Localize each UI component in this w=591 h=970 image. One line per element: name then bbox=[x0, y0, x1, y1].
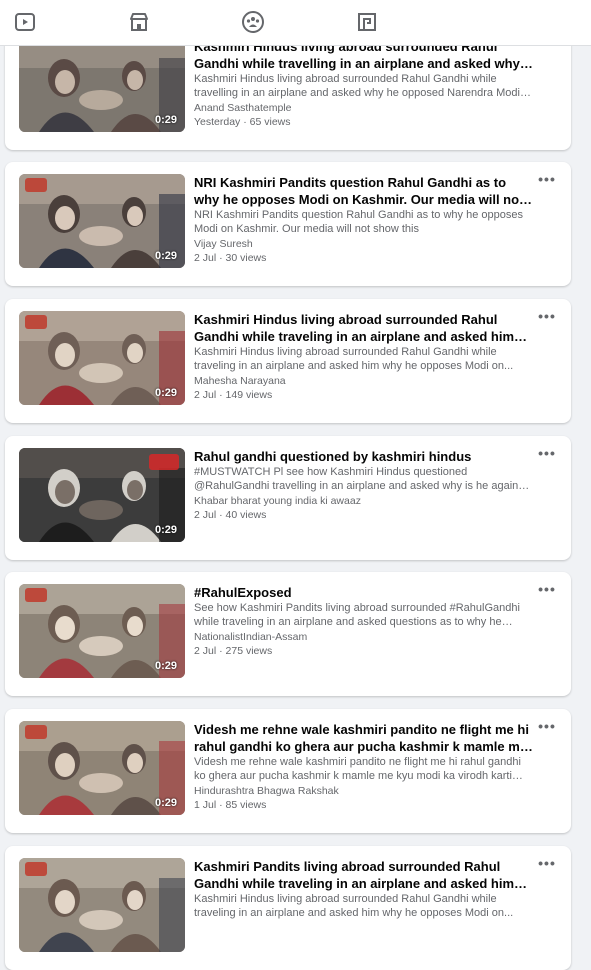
more-options-icon[interactable]: ••• bbox=[535, 856, 559, 872]
video-title[interactable]: #RahulExposed bbox=[194, 584, 534, 601]
video-card[interactable]: 0:29 Videsh me rehne wale kashmiri pandi… bbox=[5, 709, 571, 833]
video-info: NRI Kashmiri Pandits question Rahul Gand… bbox=[194, 174, 534, 265]
video-author[interactable]: NationalistIndian-Assam bbox=[194, 630, 534, 644]
video-author[interactable]: Hindurashtra Bhagwa Rakshak bbox=[194, 784, 534, 798]
video-info: Kashmiri Hindus living abroad surrounded… bbox=[194, 38, 534, 129]
video-description: See how Kashmiri Pandits living abroad s… bbox=[194, 602, 520, 628]
video-title[interactable]: NRI Kashmiri Pandits question Rahul Gand… bbox=[194, 174, 534, 208]
video-thumbnail[interactable]: 0:29 bbox=[19, 38, 185, 132]
video-info: Kashmiri Pandits living abroad surrounde… bbox=[194, 858, 534, 921]
channel-logo-icon bbox=[149, 454, 179, 470]
video-duration: 0:29 bbox=[154, 660, 177, 672]
video-thumbnail[interactable]: 0:29 bbox=[19, 584, 185, 678]
video-description: Videsh me rehne wale kashmiri pandito ne… bbox=[194, 756, 521, 782]
video-author[interactable]: Vijay Suresh bbox=[194, 237, 534, 251]
video-info: Kashmiri Hindus living abroad surrounded… bbox=[194, 311, 534, 402]
video-author[interactable]: Mahesha Narayana bbox=[194, 374, 534, 388]
video-description: NRI Kashmiri Pandits question Rahul Gand… bbox=[194, 209, 523, 235]
more-options-icon[interactable]: ••• bbox=[535, 446, 559, 462]
channel-logo-icon bbox=[25, 862, 47, 876]
video-meta: Yesterday · 65 views bbox=[194, 116, 291, 128]
groups-icon[interactable] bbox=[241, 10, 265, 34]
video-description: Kashmiri Hindus living abroad surrounded… bbox=[194, 893, 514, 919]
video-thumbnail[interactable]: 0:29 bbox=[19, 448, 185, 542]
video-info: Rahul gandhi questioned by kashmiri hind… bbox=[194, 448, 534, 522]
video-meta: 2 Jul · 149 views bbox=[194, 389, 273, 401]
video-icon[interactable] bbox=[13, 10, 37, 34]
video-author[interactable]: Anand Sasthatemple bbox=[194, 101, 534, 115]
more-options-icon[interactable]: ••• bbox=[535, 172, 559, 188]
video-duration: 0:29 bbox=[154, 387, 177, 399]
top-nav-bar bbox=[0, 0, 591, 46]
video-card[interactable]: 0:29 Kashmiri Hindus living abroad surro… bbox=[5, 299, 571, 423]
video-title[interactable]: Kashmiri Hindus living abroad surrounded… bbox=[194, 311, 534, 345]
video-thumbnail[interactable] bbox=[19, 858, 185, 952]
video-meta: 2 Jul · 275 views bbox=[194, 645, 273, 657]
video-title[interactable]: Kashmiri Pandits living abroad surrounde… bbox=[194, 858, 534, 892]
video-duration: 0:29 bbox=[154, 114, 177, 126]
video-description: Kashmiri Hindus living abroad surrounded… bbox=[194, 346, 514, 372]
more-options-icon[interactable]: ••• bbox=[535, 309, 559, 325]
video-meta: 2 Jul · 30 views bbox=[194, 252, 267, 264]
channel-logo-icon bbox=[25, 178, 47, 192]
more-options-icon[interactable]: ••• bbox=[535, 582, 559, 598]
more-options-icon[interactable]: ••• bbox=[535, 719, 559, 735]
marketplace-icon[interactable] bbox=[127, 10, 151, 34]
channel-logo-icon bbox=[25, 315, 47, 329]
video-description: Kashmiri Hindus living abroad surrounded… bbox=[194, 73, 520, 99]
video-thumbnail[interactable]: 0:29 bbox=[19, 174, 185, 268]
channel-logo-icon bbox=[25, 725, 47, 739]
video-title[interactable]: Rahul gandhi questioned by kashmiri hind… bbox=[194, 448, 534, 465]
video-thumbnail[interactable]: 0:29 bbox=[19, 721, 185, 815]
video-card[interactable]: 0:29 NRI Kashmiri Pandits question Rahul… bbox=[5, 162, 571, 286]
video-meta: 1 Jul · 85 views bbox=[194, 799, 267, 811]
video-description: #MUSTWATCH Pl see how Kashmiri Hindus qu… bbox=[194, 466, 527, 492]
video-duration: 0:29 bbox=[154, 524, 177, 536]
video-meta: 2 Jul · 40 views bbox=[194, 509, 267, 521]
video-info: Videsh me rehne wale kashmiri pandito ne… bbox=[194, 721, 534, 812]
video-card[interactable]: 0:29 Rahul gandhi questioned by kashmiri… bbox=[5, 436, 571, 560]
video-card[interactable]: Kashmiri Pandits living abroad surrounde… bbox=[5, 846, 571, 970]
video-thumbnail[interactable]: 0:29 bbox=[19, 311, 185, 405]
video-duration: 0:29 bbox=[154, 797, 177, 809]
video-title[interactable]: Videsh me rehne wale kashmiri pandito ne… bbox=[194, 721, 534, 755]
video-duration: 0:29 bbox=[154, 250, 177, 262]
gaming-icon[interactable] bbox=[355, 10, 379, 34]
video-author[interactable]: Khabar bharat young india ki awaaz bbox=[194, 494, 534, 508]
video-card[interactable]: 0:29 #RahulExposed See how Kashmiri Pand… bbox=[5, 572, 571, 696]
channel-logo-icon bbox=[25, 588, 47, 602]
video-info: #RahulExposed See how Kashmiri Pandits l… bbox=[194, 584, 534, 658]
